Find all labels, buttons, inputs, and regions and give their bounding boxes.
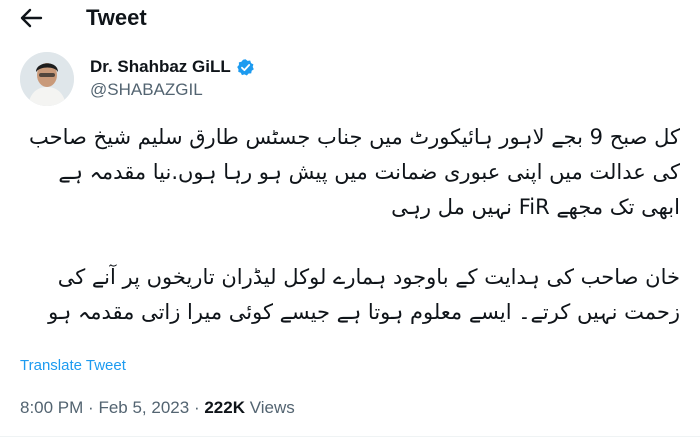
page-title: Tweet bbox=[86, 5, 147, 30]
profile-photo bbox=[20, 52, 74, 106]
tweet-date[interactable]: Feb 5, 2023 bbox=[98, 398, 189, 417]
views-count: 222K bbox=[204, 398, 245, 417]
separator-dot: · bbox=[193, 398, 200, 417]
arrow-left-icon bbox=[20, 8, 43, 28]
tweet-metadata: 8:00 PM · Feb 5, 2023 · 222K Views bbox=[20, 398, 295, 418]
author-name[interactable]: Dr. Shahbaz GiLL bbox=[90, 56, 255, 78]
tweet-text: کل صبح 9 بجے لاہور ہائیکورٹ میں جناب جسٹ… bbox=[25, 120, 680, 330]
back-button[interactable] bbox=[18, 6, 44, 30]
separator-dot: · bbox=[88, 398, 94, 417]
avatar[interactable] bbox=[20, 52, 74, 106]
author-name-text: Dr. Shahbaz GiLL bbox=[90, 57, 231, 76]
translate-tweet-link[interactable]: Translate Tweet bbox=[20, 357, 126, 374]
verified-badge-icon bbox=[236, 58, 254, 75]
divider bbox=[0, 436, 700, 437]
author-handle[interactable]: @SHABAZGIL bbox=[90, 79, 203, 101]
tweet-paragraph: خان صاحب کی ہدایت کے باوجود ہمارے لوکل ل… bbox=[48, 265, 680, 324]
tweet-time[interactable]: 8:00 PM bbox=[20, 398, 83, 417]
top-bar: Tweet bbox=[0, 0, 700, 36]
views-label: Views bbox=[249, 398, 295, 417]
tweet-paragraph: کل صبح 9 بجے لاہور ہائیکورٹ میں جناب جسٹ… bbox=[22, 125, 680, 219]
